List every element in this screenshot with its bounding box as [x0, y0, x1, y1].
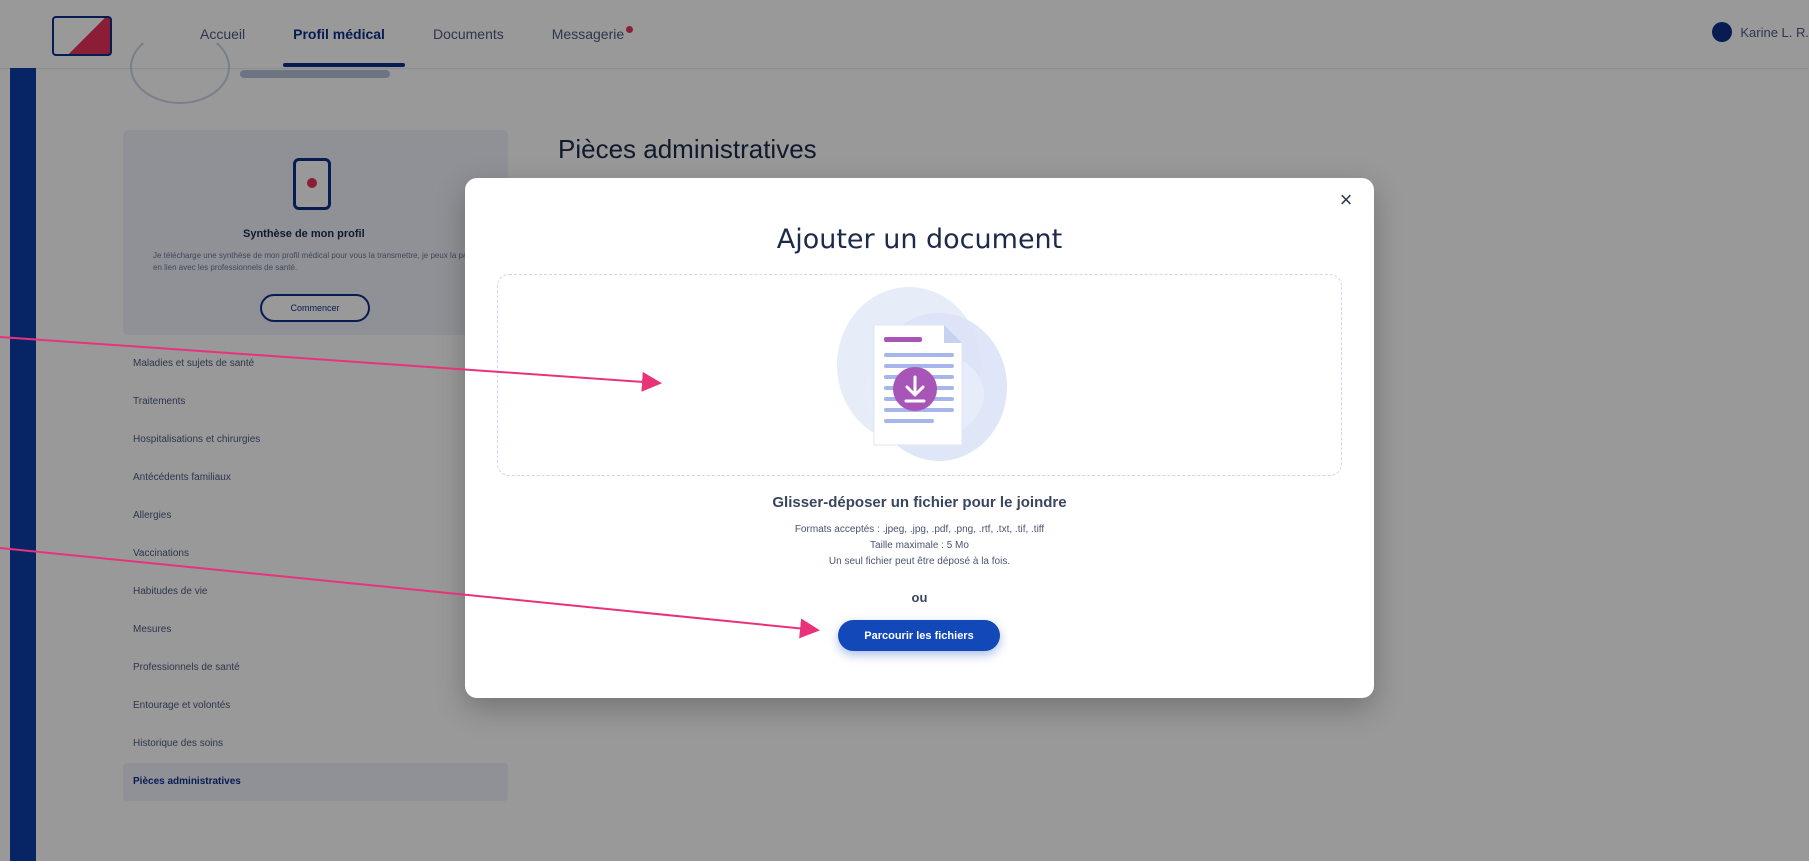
single-file-note: Un seul fichier peut être déposé à la fo… — [828, 556, 1011, 567]
accepted-formats: Formats acceptés : .jpeg, .jpg, .pdf, .p… — [794, 524, 1045, 535]
browse-files-button[interactable]: Parcourir les fichiers — [838, 620, 1000, 651]
file-requirements: Formats acceptés : .jpeg, .jpg, .pdf, .p… — [465, 522, 1374, 570]
close-icon[interactable]: × — [1334, 188, 1358, 212]
dropzone-instruction: Glisser-déposer un fichier pour le joind… — [772, 494, 1067, 511]
max-size: Taille maximale : 5 Mo — [870, 540, 969, 551]
file-dropzone[interactable] — [497, 274, 1342, 476]
dialog-title: Ajouter un document — [776, 224, 1063, 255]
document-download-icon — [837, 287, 1007, 461]
or-separator: ou — [911, 590, 928, 605]
add-document-dialog: × Ajouter un document Glisser-déposer un… — [465, 178, 1374, 698]
